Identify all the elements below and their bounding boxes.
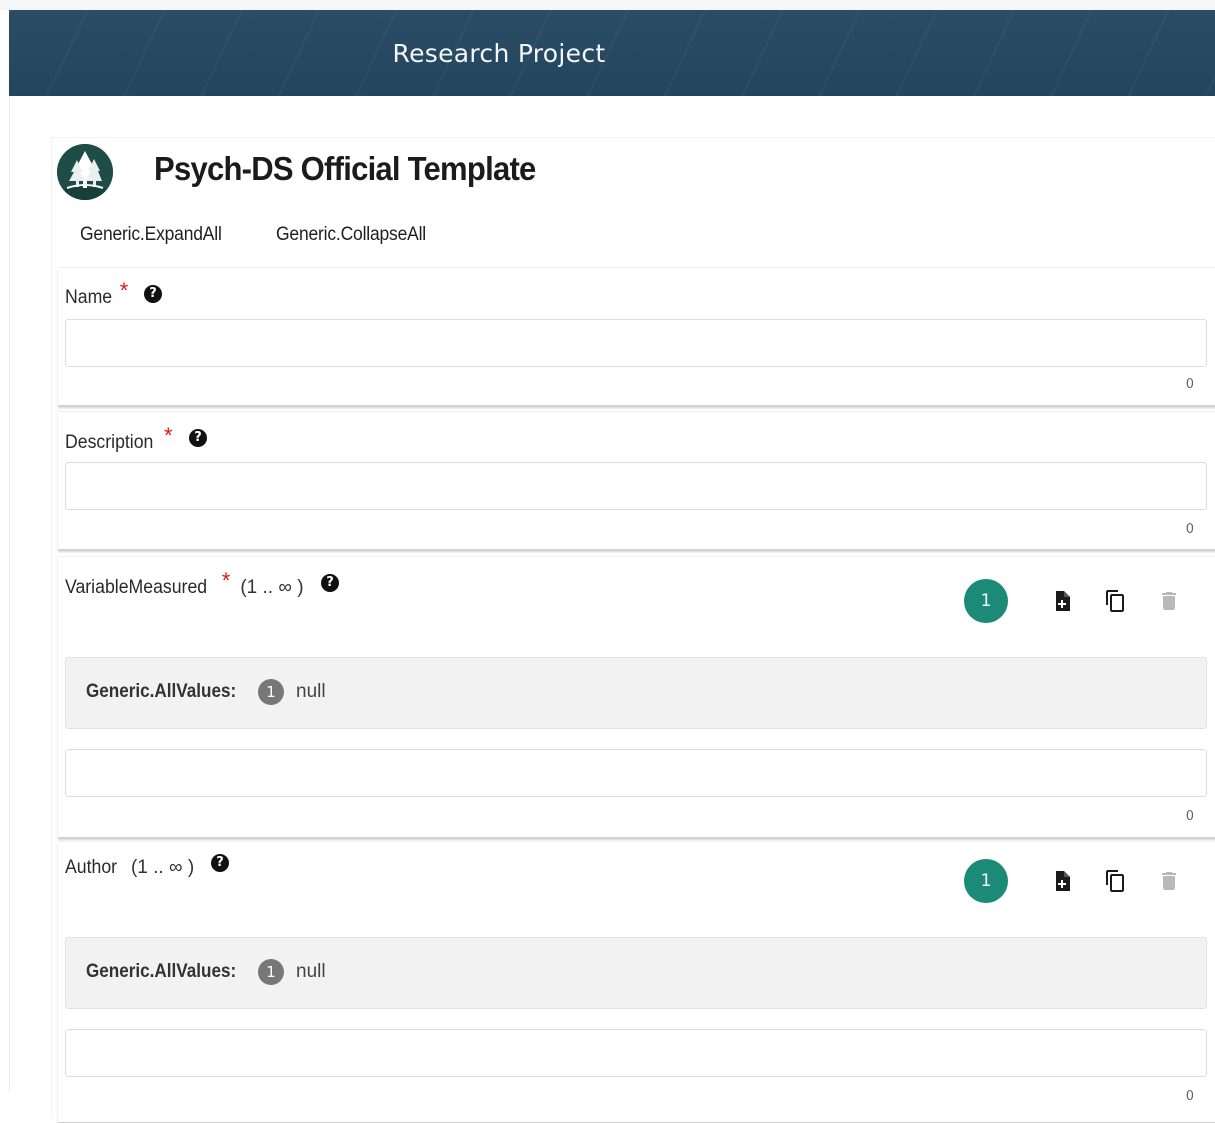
name-input[interactable]	[65, 319, 1207, 367]
item-count-badge: 1	[964, 579, 1008, 623]
author-input[interactable]	[65, 1029, 1207, 1077]
item-count-badge: 1	[964, 859, 1008, 903]
copy-icon[interactable]	[1103, 589, 1127, 613]
collapse-all-button[interactable]: Generic.CollapseAll	[276, 224, 426, 246]
values-text: null	[296, 681, 326, 702]
values-text: null	[296, 961, 326, 982]
add-document-icon[interactable]	[1050, 589, 1074, 613]
values-count-badge: 1	[258, 959, 284, 985]
app-header: Research Project	[9, 10, 1215, 96]
cardinality-label: (1 .. ∞ )	[240, 577, 304, 598]
expand-all-button[interactable]: Generic.ExpandAll	[80, 224, 222, 246]
values-count-badge: 1	[258, 679, 284, 705]
trash-icon[interactable]	[1157, 589, 1181, 613]
help-icon[interactable]: ?	[211, 854, 229, 872]
cardinality-label: (1 .. ∞ )	[130, 857, 195, 878]
all-values-label: Generic.AllValues:	[86, 961, 237, 982]
char-counter: 0	[1185, 1089, 1194, 1104]
variable-measured-input[interactable]	[65, 749, 1207, 797]
char-counter: 0	[1185, 377, 1194, 392]
field-description-label-row: Description *	[65, 425, 173, 454]
top-strip	[0, 0, 1215, 10]
field-author: Author (1 .. ∞ ) ? 1 Generic.AllValues: …	[58, 841, 1215, 1123]
field-name: Name * ? 0	[58, 267, 1215, 406]
required-asterisk: *	[221, 568, 231, 593]
required-asterisk: *	[119, 278, 129, 303]
header-title: Research Project	[392, 39, 606, 68]
required-asterisk: *	[164, 423, 173, 448]
left-gutter	[0, 10, 10, 1093]
all-values-label: Generic.AllValues:	[86, 681, 237, 702]
field-variable-measured-label: VariableMeasured	[65, 577, 208, 598]
template-title: Psych-DS Official Template	[154, 150, 536, 187]
add-document-icon[interactable]	[1050, 869, 1074, 893]
field-author-label-row: Author (1 .. ∞ )	[65, 857, 194, 879]
trash-icon[interactable]	[1157, 869, 1181, 893]
help-icon[interactable]: ?	[189, 429, 207, 447]
field-description-label: Description	[65, 432, 154, 453]
all-values-summary: Generic.AllValues: 1 null	[65, 937, 1207, 1009]
tree-logo-icon	[57, 144, 113, 200]
help-icon[interactable]: ?	[144, 285, 162, 303]
field-variable-measured-label-row: VariableMeasured * (1 .. ∞ )	[65, 570, 304, 599]
field-author-label: Author	[65, 857, 118, 878]
all-values-summary: Generic.AllValues: 1 null	[65, 657, 1207, 729]
field-name-label-row: Name *	[65, 280, 128, 309]
field-variable-measured: VariableMeasured * (1 .. ∞ ) ? 1 Generic…	[58, 556, 1215, 838]
help-icon[interactable]: ?	[321, 574, 339, 592]
char-counter: 0	[1185, 522, 1194, 537]
char-counter: 0	[1185, 809, 1194, 824]
description-input[interactable]	[65, 462, 1207, 510]
field-name-label: Name	[65, 287, 113, 308]
field-description: Description * ? 0	[58, 411, 1215, 550]
copy-icon[interactable]	[1103, 869, 1127, 893]
